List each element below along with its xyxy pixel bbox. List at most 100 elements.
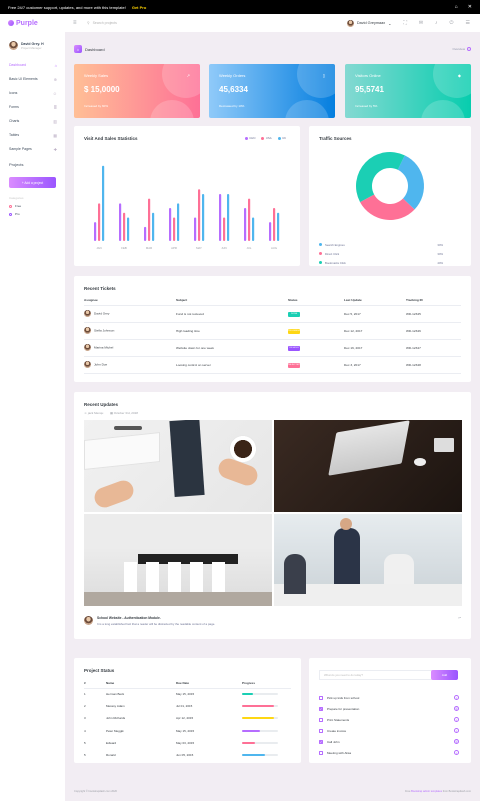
categories-heading: Categories xyxy=(9,196,24,200)
table-row[interactable]: David Grey Fund is not recieved DONE Dec… xyxy=(84,305,461,323)
update-photo-office[interactable] xyxy=(84,514,272,606)
page-title: Dashboard xyxy=(85,46,105,52)
legend-item: Bookmarks Click 40% xyxy=(319,258,443,267)
remove-icon[interactable]: × xyxy=(454,706,459,711)
todo-item[interactable]: Meeting with Alisa × xyxy=(319,747,459,758)
power-icon[interactable]: ⏻ xyxy=(450,20,454,26)
project-name: Peter Meggik xyxy=(106,728,124,733)
todo-item[interactable]: Create invoice × xyxy=(319,725,459,736)
table-row: 3 John Richards Apr 12, 2015 xyxy=(84,712,291,724)
column-header: Due Date xyxy=(176,678,242,689)
row-number: 3 xyxy=(84,716,86,721)
user-menu[interactable]: David Greymaax ⌄ xyxy=(346,19,391,27)
category-free[interactable]: Free xyxy=(0,200,65,208)
column-header: Subject xyxy=(176,296,288,306)
checkbox[interactable] xyxy=(319,728,323,733)
home-icon[interactable]: ⌂ xyxy=(455,4,458,10)
sidebar-item-charts[interactable]: Charts ▥ xyxy=(0,114,65,128)
page-header: ⌂ Dashboard Overview xyxy=(74,45,471,53)
search-icon: ⚲ xyxy=(87,21,90,25)
progress-fill xyxy=(242,717,275,720)
progress-fill xyxy=(242,729,260,732)
menu-dots-icon[interactable]: ☰ xyxy=(466,20,470,26)
progress-fill xyxy=(242,693,253,696)
chart-bar-icon: ▥ xyxy=(53,118,57,124)
close-icon[interactable]: ✕ xyxy=(468,4,472,10)
sidebar-item-basic-ui[interactable]: Basic UI Elements ⊕ xyxy=(0,72,65,86)
update-photo-meeting[interactable] xyxy=(274,514,462,606)
main-content: ⌂ Dashboard Overview Weekly Sales ↗ $ 15,… xyxy=(65,32,480,801)
bar-uk-mar xyxy=(152,212,155,241)
profile-role: Project Manager xyxy=(21,45,42,50)
sidebar-item-forms[interactable]: Forms ≣ xyxy=(0,100,65,114)
avatar xyxy=(84,310,91,317)
sidebar-item-tables[interactable]: Tables ▦ xyxy=(0,128,65,142)
todo-item[interactable]: Print Statements × xyxy=(319,714,459,725)
checkbox[interactable] xyxy=(319,750,323,755)
bar-uk-apr xyxy=(177,203,180,241)
bar-chn-jan xyxy=(94,222,97,241)
assignee-name: John Doe xyxy=(94,362,108,367)
x-tick-label: FEB xyxy=(121,246,127,250)
bar-usa-jan xyxy=(98,203,101,241)
table-icon: ▦ xyxy=(53,132,57,138)
todo-text: Create invoice xyxy=(327,728,347,733)
todo-item[interactable]: ✓ Prepare for presentation × xyxy=(319,703,459,714)
checkbox[interactable] xyxy=(319,717,323,722)
x-tick-label: AUG xyxy=(271,246,277,250)
x-tick-label: JUL xyxy=(247,246,252,250)
checkbox[interactable]: ✓ xyxy=(319,739,323,744)
due-date: May 03, 2015 xyxy=(176,740,195,745)
category-pro[interactable]: Pro xyxy=(0,208,65,216)
sidebar-item-sample-pages[interactable]: Sample Pages ✚ xyxy=(0,142,65,156)
remove-icon[interactable]: × xyxy=(454,728,459,733)
overview-link[interactable]: Overview xyxy=(452,47,471,51)
bar-chn-aug xyxy=(269,222,272,241)
search-bar[interactable]: ⚲ Search projects xyxy=(87,21,117,25)
update-photo-desk[interactable] xyxy=(84,420,272,512)
reply-icon[interactable]: ↩ xyxy=(458,616,461,626)
project-status-card: Project Status # Name Due Date Progress … xyxy=(74,658,301,763)
todo-item[interactable]: Pick up kids from school × xyxy=(319,692,459,703)
add-project-button[interactable]: + Add a project xyxy=(9,177,56,188)
progress-bar xyxy=(242,693,278,696)
row-number: 4 xyxy=(84,728,86,733)
search-input[interactable]: Search projects xyxy=(93,21,117,25)
status-badge: DONE xyxy=(288,311,300,317)
remove-icon[interactable]: × xyxy=(454,717,459,722)
bar-usa-aug xyxy=(273,208,276,241)
contacts-icon: ☺ xyxy=(52,90,57,96)
todo-input[interactable]: What do you need to do today? xyxy=(319,670,437,680)
sidebar-profile[interactable]: David Grey. H Project Manager xyxy=(0,32,65,52)
sidebar-item-icons[interactable]: Icons ☺ xyxy=(0,86,65,100)
bar-uk-jul xyxy=(252,217,255,241)
ticket-subject: Fund is not recieved xyxy=(176,305,288,323)
fullscreen-icon[interactable]: ⛶ xyxy=(403,20,407,26)
remove-icon[interactable]: × xyxy=(454,750,459,755)
stat-card-weekly-sales: Weekly Sales ↗ $ 15,0000 Increased by 60% xyxy=(74,64,200,118)
assignee-name: Marina Michel xyxy=(94,345,114,350)
get-pro-link[interactable]: Get Pro xyxy=(132,5,146,10)
remove-icon[interactable]: × xyxy=(454,695,459,700)
card-title: Recent Updates xyxy=(84,402,119,407)
profile-name: David Grey. H xyxy=(21,41,44,46)
table-row[interactable]: John Doe Loosing control on server REJEC… xyxy=(84,356,461,374)
update-photo-laptop[interactable] xyxy=(274,420,462,512)
menu-toggle-icon[interactable]: ≡ xyxy=(73,20,79,26)
mail-icon[interactable]: ✉ xyxy=(419,20,423,26)
stat-label: Weekly Orders xyxy=(219,73,246,78)
remove-icon[interactable]: × xyxy=(454,739,459,744)
todo-item[interactable]: ✓ Call John × xyxy=(319,736,459,747)
last-update: Dec 12, 2017 xyxy=(344,322,406,340)
bell-icon[interactable]: ♪ xyxy=(435,20,438,26)
sidebar-item-dashboard[interactable]: Dashboard ⌂ xyxy=(0,58,65,72)
table-row[interactable]: Marina Michel Website down for one week … xyxy=(84,339,461,357)
checkbox[interactable]: ✓ xyxy=(319,706,323,711)
table-row[interactable]: Stella Johnson High loading time PROGRES… xyxy=(84,322,461,340)
avatar xyxy=(346,19,354,27)
footer-link[interactable]: Bootstrap admin templates xyxy=(411,790,442,793)
checkbox[interactable] xyxy=(319,695,323,700)
brand-logo[interactable]: Purple xyxy=(0,20,65,27)
project-name: Herman Beck xyxy=(106,692,125,697)
add-todo-button[interactable]: Add xyxy=(431,670,458,680)
